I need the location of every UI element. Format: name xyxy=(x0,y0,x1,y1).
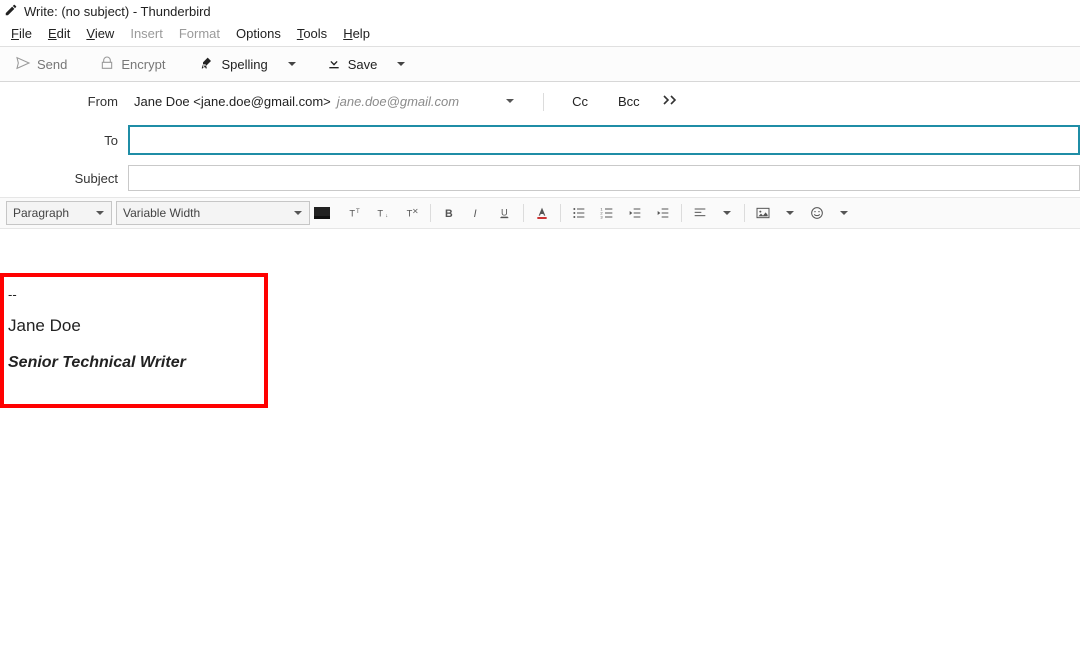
menu-edit[interactable]: Edit xyxy=(41,24,77,43)
encrypt-button[interactable]: Encrypt xyxy=(90,51,174,78)
svg-text:I: I xyxy=(474,208,477,220)
svg-text:T: T xyxy=(377,208,383,218)
font-family-select[interactable]: Variable Width xyxy=(116,201,310,225)
menu-view[interactable]: View xyxy=(79,24,121,43)
compose-headers: From Jane Doe <jane.doe@gmail.com> jane.… xyxy=(0,82,1080,197)
numbered-list-button[interactable]: 123 xyxy=(595,201,619,225)
compose-toolbar: Send Encrypt Spelling Save xyxy=(0,46,1080,82)
send-label: Send xyxy=(37,57,67,72)
more-recipients-button[interactable] xyxy=(662,94,680,109)
italic-button[interactable]: I xyxy=(465,201,489,225)
svg-text:3: 3 xyxy=(600,214,603,219)
download-icon xyxy=(326,55,342,74)
encrypt-label: Encrypt xyxy=(121,57,165,72)
insert-image-button[interactable] xyxy=(751,201,775,225)
cc-button[interactable]: Cc xyxy=(566,92,594,111)
formatting-toolbar: Paragraph Variable Width TT T↓ T B I U 1… xyxy=(0,197,1080,229)
signature-title: Senior Technical Writer xyxy=(8,354,258,372)
svg-text:T: T xyxy=(349,208,355,218)
window-title: Write: (no subject) - Thunderbird xyxy=(24,4,211,19)
to-label: To xyxy=(0,133,128,148)
from-label: From xyxy=(0,94,128,109)
emoji-dropdown[interactable] xyxy=(833,202,855,224)
send-button[interactable]: Send xyxy=(6,51,76,78)
from-identity: Jane Doe <jane.doe@gmail.com> xyxy=(134,94,331,109)
paragraph-style-label: Paragraph xyxy=(13,206,69,220)
send-icon xyxy=(15,55,31,74)
svg-text:B: B xyxy=(445,208,453,220)
pencil-icon xyxy=(4,3,18,20)
align-dropdown[interactable] xyxy=(716,202,738,224)
menu-options[interactable]: Options xyxy=(229,24,288,43)
paragraph-style-select[interactable]: Paragraph xyxy=(6,201,112,225)
from-account: jane.doe@gmail.com xyxy=(337,94,459,109)
remove-format-button[interactable]: T xyxy=(400,201,424,225)
bcc-button[interactable]: Bcc xyxy=(612,92,646,111)
signature-highlight-box: -- Jane Doe Senior Technical Writer xyxy=(0,273,268,408)
align-button[interactable] xyxy=(688,201,712,225)
subject-label: Subject xyxy=(0,171,128,186)
signature-name: Jane Doe xyxy=(8,316,258,336)
lock-icon xyxy=(99,55,115,74)
menu-help[interactable]: Help xyxy=(336,24,377,43)
bullet-list-button[interactable] xyxy=(567,201,591,225)
bold-button[interactable]: B xyxy=(437,201,461,225)
spellcheck-icon xyxy=(199,55,215,74)
indent-button[interactable] xyxy=(651,201,675,225)
emoji-button[interactable] xyxy=(805,201,829,225)
spelling-button[interactable]: Spelling xyxy=(190,51,276,78)
window-titlebar: Write: (no subject) - Thunderbird xyxy=(0,0,1080,22)
to-field[interactable] xyxy=(128,125,1080,155)
message-body[interactable]: -- Jane Doe Senior Technical Writer xyxy=(0,229,1080,649)
text-color-icon[interactable] xyxy=(530,201,554,225)
menubar: File Edit View Insert Format Options Too… xyxy=(0,22,1080,46)
chevron-down-icon xyxy=(505,94,515,109)
insert-image-dropdown[interactable] xyxy=(779,202,801,224)
save-label: Save xyxy=(348,57,378,72)
signature-separator: -- xyxy=(8,287,258,302)
from-identity-dropdown[interactable]: Jane Doe <jane.doe@gmail.com> jane.doe@g… xyxy=(128,92,521,111)
svg-text:T: T xyxy=(407,208,413,218)
menu-format[interactable]: Format xyxy=(172,24,227,43)
save-button[interactable]: Save xyxy=(317,51,387,78)
svg-text:↓: ↓ xyxy=(385,213,388,219)
svg-text:T: T xyxy=(356,209,360,215)
menu-tools[interactable]: Tools xyxy=(290,24,334,43)
svg-text:U: U xyxy=(501,208,508,218)
save-dropdown[interactable] xyxy=(390,53,412,75)
font-family-label: Variable Width xyxy=(123,206,200,220)
underline-button[interactable]: U xyxy=(493,201,517,225)
text-color-button[interactable] xyxy=(314,207,330,219)
spelling-label: Spelling xyxy=(221,57,267,72)
menu-file[interactable]: File xyxy=(4,24,39,43)
subject-field[interactable] xyxy=(128,165,1080,191)
spelling-dropdown[interactable] xyxy=(281,53,303,75)
font-size-decrease-button[interactable]: T↓ xyxy=(372,201,396,225)
menu-insert[interactable]: Insert xyxy=(123,24,170,43)
divider xyxy=(543,93,544,111)
outdent-button[interactable] xyxy=(623,201,647,225)
font-size-increase-button[interactable]: TT xyxy=(344,201,368,225)
